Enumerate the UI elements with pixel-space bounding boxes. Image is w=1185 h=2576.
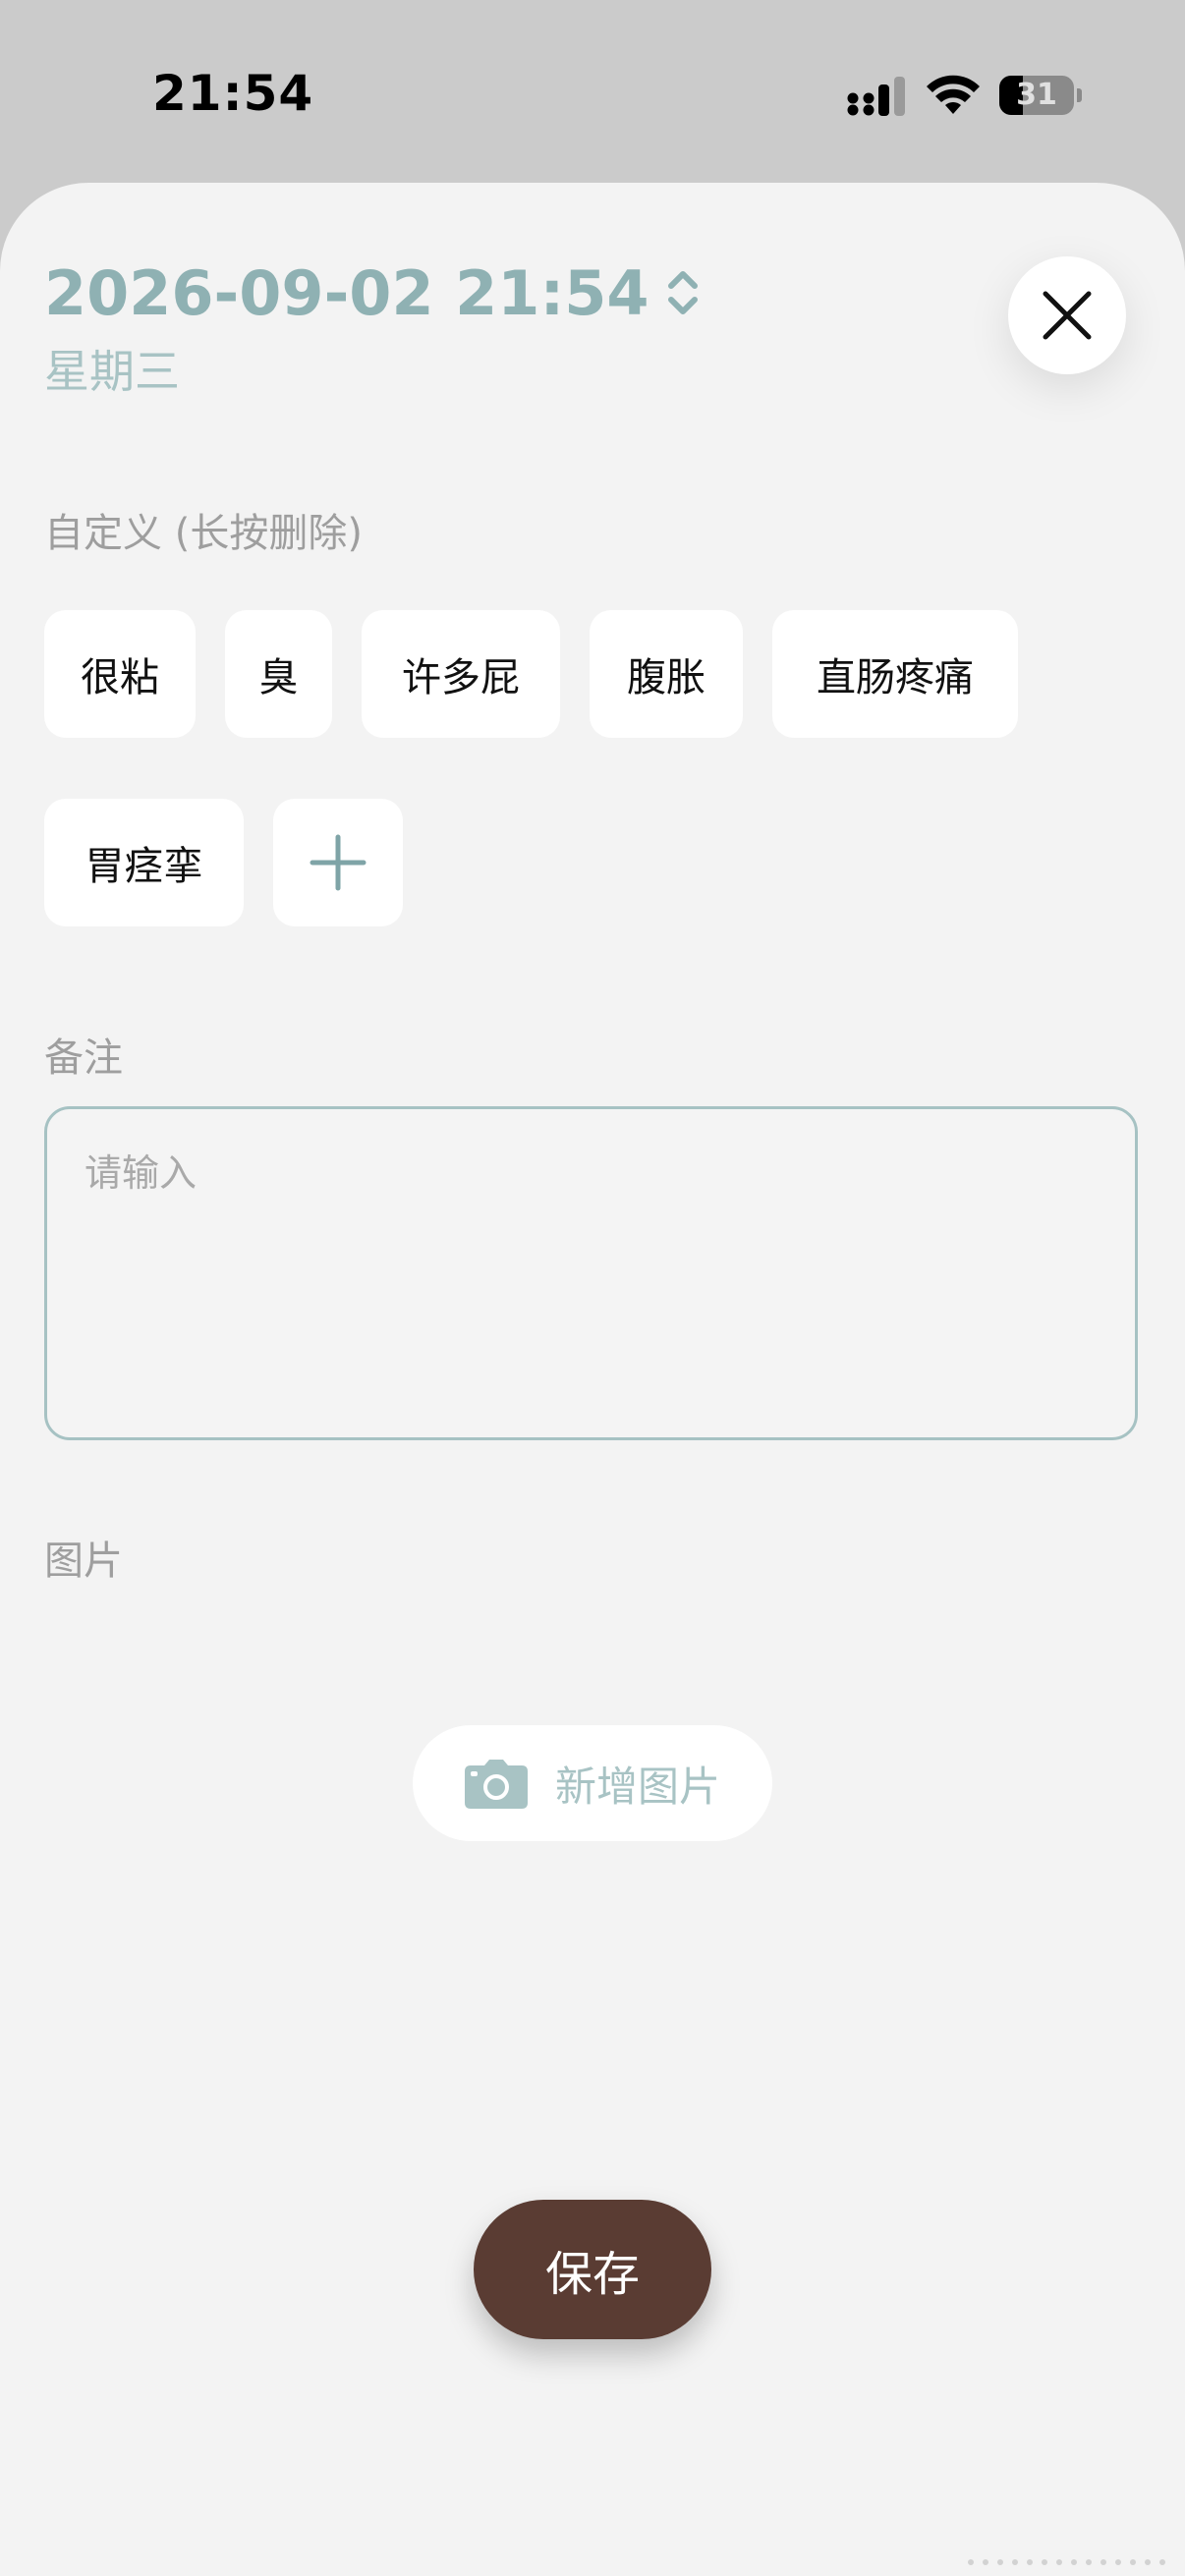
note-section-label: 备注 [44, 1036, 123, 1081]
note-input[interactable] [47, 1109, 1135, 1437]
wifi-icon [927, 75, 980, 114]
date-row[interactable]: 2026-09-02 21:54 [44, 253, 703, 332]
battery-icon: 31 [999, 76, 1082, 115]
tag-chip[interactable]: 腹胀 [590, 610, 743, 738]
tag-chip[interactable]: 臭 [225, 610, 332, 738]
photo-section-label: 图片 [44, 1539, 123, 1584]
tag-chip[interactable]: 许多屁 [362, 610, 560, 738]
date-picker[interactable]: 2026-09-02 21:54 星期三 [44, 253, 703, 401]
record-sheet: 2026-09-02 21:54 星期三 自定义 (长按删除) 很粘 臭 许多屁… [0, 183, 1185, 2576]
add-photo-button[interactable]: 新增图片 [413, 1725, 772, 1841]
datetime-label: 2026-09-02 21:54 [44, 256, 649, 329]
home-indicator [968, 2559, 1165, 2565]
battery-body: 31 [999, 76, 1074, 115]
add-tag-button[interactable] [273, 799, 403, 926]
status-time: 21:54 [152, 65, 314, 122]
cellular-signal-icon [847, 77, 905, 116]
battery-level: 31 [1016, 78, 1057, 112]
camera-icon [464, 1760, 528, 1809]
tag-chip[interactable]: 很粘 [44, 610, 196, 738]
close-button[interactable] [1008, 256, 1126, 374]
custom-section-label: 自定义 (长按删除) [44, 511, 363, 556]
status-bar: 21:54 31 [0, 0, 1185, 183]
tag-chip[interactable]: 直肠疼痛 [772, 610, 1018, 738]
save-button[interactable]: 保存 [474, 2200, 711, 2339]
tag-chip[interactable]: 胃痉挛 [44, 799, 244, 926]
close-icon [1043, 291, 1092, 340]
battery-tip [1077, 88, 1082, 102]
add-photo-label: 新增图片 [554, 1762, 720, 1811]
chevron-up-down-icon [667, 271, 698, 314]
note-box [44, 1106, 1138, 1440]
plus-icon [310, 834, 367, 891]
weekday-label: 星期三 [44, 345, 180, 398]
